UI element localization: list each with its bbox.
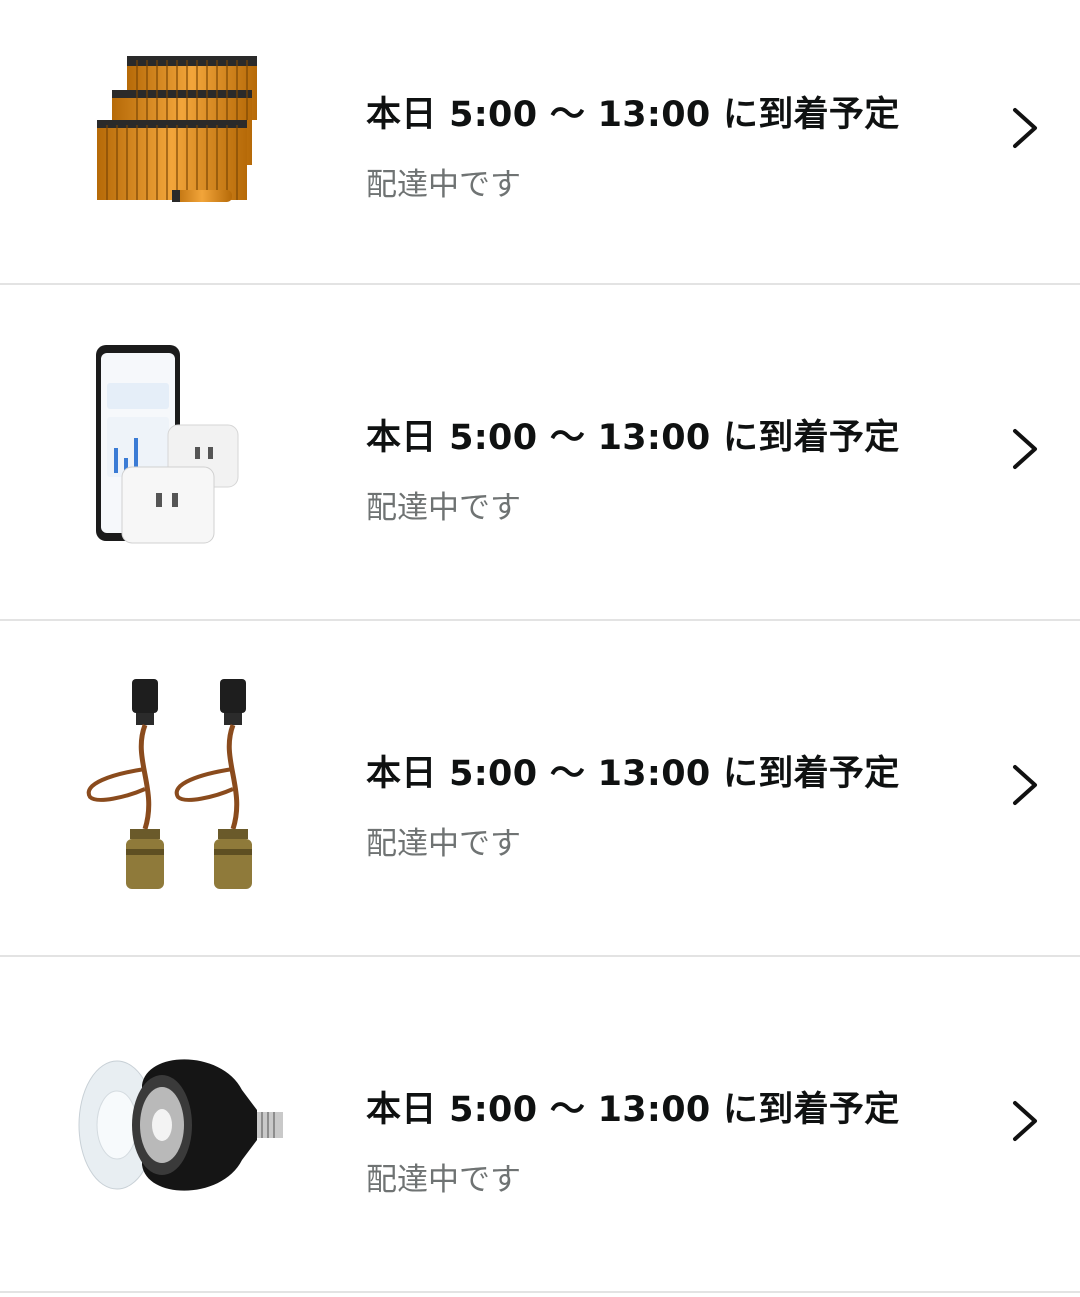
delivery-item[interactable]: 本日 5:00 〜 13:00 に到着予定 配達中です [0,957,1080,1293]
delivery-item[interactable]: 本日 5:00 〜 13:00 に到着予定 配達中です [0,0,1080,285]
chevron-right-icon[interactable] [1010,1099,1040,1143]
product-image-pendant-sockets [72,679,292,899]
chevron-right-icon[interactable] [1010,763,1040,807]
chevron-right-icon[interactable] [1010,427,1040,471]
arrival-estimate: 本日 5:00 〜 13:00 に到着予定 [366,418,900,458]
delivery-info: 本日 5:00 〜 13:00 に到着予定 配達中です [366,1081,900,1199]
delivery-info: 本日 5:00 〜 13:00 に到着予定 配達中です [366,409,900,527]
product-image-smart-plugs [72,343,292,563]
product-image-led-bulb [72,1015,292,1235]
chevron-right-icon[interactable] [1010,106,1040,150]
delivery-info: 本日 5:00 〜 13:00 に到着予定 配達中です [366,745,900,863]
delivery-status: 配達中です [366,826,521,862]
arrival-estimate: 本日 5:00 〜 13:00 に到着予定 [366,1090,900,1130]
arrival-estimate: 本日 5:00 〜 13:00 に到着予定 [366,754,900,794]
delivery-item[interactable]: 本日 5:00 〜 13:00 に到着予定 配達中です [0,621,1080,957]
delivery-item[interactable]: 本日 5:00 〜 13:00 に到着予定 配達中です [0,285,1080,621]
delivery-info: 本日 5:00 〜 13:00 に到着予定 配達中です [366,86,900,204]
delivery-status: 配達中です [366,167,521,203]
delivery-status: 配達中です [366,490,521,526]
delivery-status: 配達中です [366,1162,521,1198]
arrival-estimate: 本日 5:00 〜 13:00 に到着予定 [366,95,900,135]
product-image-batteries [72,40,292,260]
delivery-list: 本日 5:00 〜 13:00 に到着予定 配達中です 本日 5:00 〜 13… [0,0,1080,1293]
